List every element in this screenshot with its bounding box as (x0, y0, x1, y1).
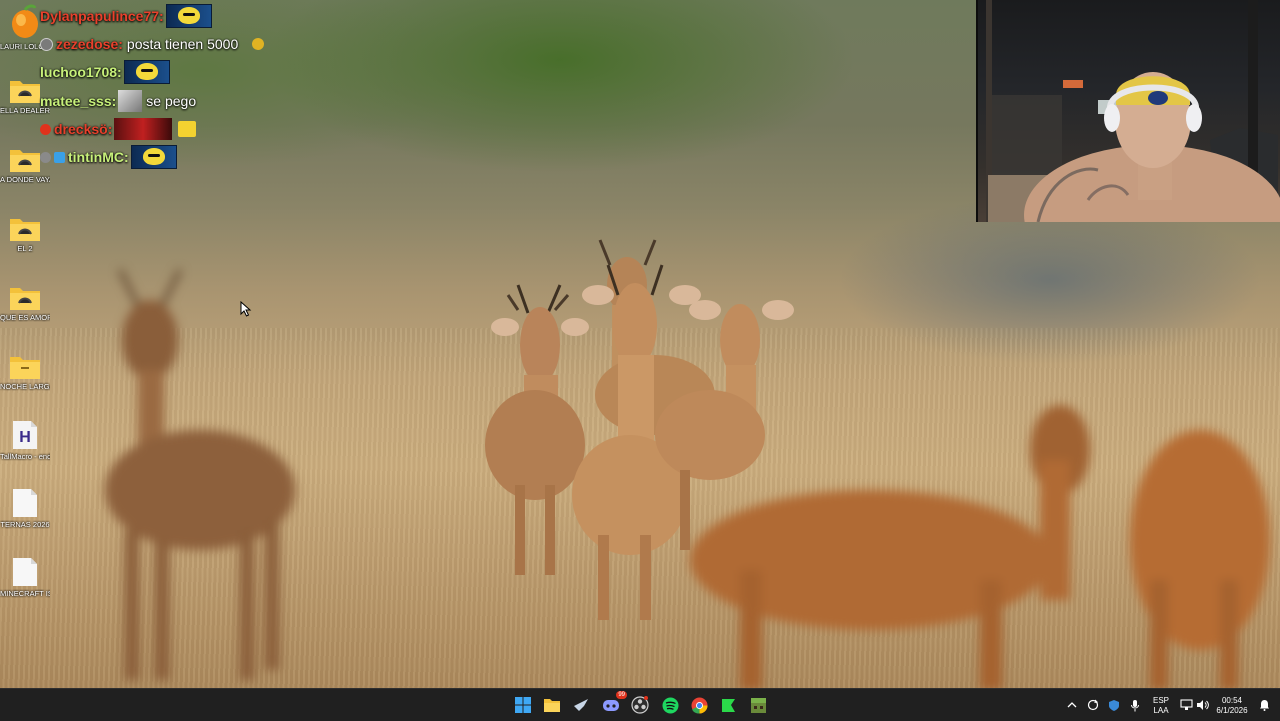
impala-group-center (485, 239, 794, 620)
windows-start-button[interactable] (513, 695, 533, 715)
clock-date: 6/1/2026 (1216, 706, 1248, 715)
layout-code: LAA (1153, 706, 1169, 715)
folder-icon (10, 219, 40, 241)
desktop-icon-label: A DONDE VAYA VOY (0, 175, 50, 184)
keyboard-language-indicator[interactable]: ESP LAA (1150, 696, 1172, 716)
chat-message: drecksö: (40, 117, 197, 141)
chat-username: tintinMC: (68, 149, 129, 165)
desktop-icon-que-es-amor[interactable]: QUE ES AMOR (0, 283, 50, 322)
chat-photo-emote (114, 118, 173, 140)
tray-volume-icon[interactable] (1193, 695, 1213, 715)
desktop-icon-tallmacro[interactable]: H TallMacro - end-1 (0, 420, 50, 461)
document-icon (13, 558, 37, 586)
tray-security-shield-icon[interactable] (1104, 695, 1124, 715)
minecraft-icon (750, 697, 766, 713)
chat-emote (130, 145, 177, 169)
chat-badge-icon (40, 37, 53, 51)
chat-emote (165, 4, 212, 28)
chat-badge-icon (54, 151, 65, 163)
mouse-cursor-icon (240, 301, 252, 317)
taskbar-clock[interactable]: 00:54 6/1/2026 (1212, 696, 1252, 716)
language-code: ESP (1152, 696, 1169, 705)
chat-username: Dylanpapulince77: (40, 8, 164, 24)
tray-sync-icon[interactable] (1083, 695, 1103, 715)
desktop-icon-ternas-2026[interactable]: TERNAS 2026 (0, 488, 50, 529)
chat-emoji-icon (252, 38, 265, 50)
desktop-icon-noche-larga[interactable]: NOCHE LARGA (0, 352, 50, 391)
file-explorer-icon (544, 699, 560, 712)
spotify-button[interactable] (660, 695, 680, 715)
chrome-button[interactable] (689, 695, 709, 715)
fl-studio-icon (721, 698, 735, 712)
chat-username: drecksö: (54, 121, 113, 137)
chat-message: matee_sss: se pego (40, 89, 196, 113)
windows-taskbar: 99 ESP LAA 00:54 6/1/2026 (0, 688, 1280, 721)
chat-text: posta tienen 5000 (126, 36, 239, 52)
desktop-icon-label: TallMacro - end-1 (0, 452, 50, 461)
obs-icon (631, 696, 649, 714)
chat-username: matee_sss: (40, 93, 117, 109)
desktop-icon-el-2[interactable]: EL 2 (0, 214, 50, 253)
steam-icon (574, 699, 588, 711)
notifications-bell-icon[interactable] (1254, 695, 1274, 715)
folder-icon (10, 357, 40, 379)
windows-start-icon (515, 697, 531, 713)
desktop-icon-label: QUE ES AMOR (0, 313, 50, 322)
h-document-icon: H (13, 421, 37, 449)
desktop-icon-label: EL 2 (17, 244, 33, 253)
fl-studio-folder-icon (12, 4, 38, 38)
file-explorer-button[interactable] (542, 695, 562, 715)
chat-message: tintinMC: (40, 145, 177, 169)
discord-notification-badge: 99 (616, 691, 627, 699)
chat-flag-icon (178, 121, 197, 137)
desktop-icon-label: NOCHE LARGA (0, 382, 50, 391)
fl-studio-button[interactable] (718, 695, 738, 715)
folder-icon (10, 288, 40, 310)
webcam-scene (986, 0, 1280, 222)
desktop-icon-label: MINECRAFT ISLA DE EP... (0, 589, 50, 598)
chat-text: se pego (146, 93, 197, 109)
clock-time: 00:54 (1221, 696, 1243, 705)
folder-icon (10, 81, 40, 103)
spotify-icon (662, 697, 678, 713)
desktop-icon-label: TERNAS 2026 (0, 520, 50, 529)
chat-message: Dylanpapulince77: (40, 4, 212, 28)
tray-overflow-chevron-icon[interactable] (1062, 695, 1082, 715)
chat-badge-icon (40, 151, 51, 163)
document-icon (13, 489, 37, 517)
chat-username: zezedose: (56, 36, 123, 52)
chat-username: luchoo1708: (40, 64, 122, 80)
folder-icon (10, 150, 40, 172)
chat-emote (123, 60, 170, 84)
streamer-webcam (976, 0, 1280, 222)
chat-photo-emote (118, 90, 143, 112)
chat-message: luchoo1708: (40, 60, 170, 84)
chat-message: zezedose: posta tienen 5000 (40, 32, 265, 56)
tray-microphone-icon[interactable] (1125, 695, 1145, 715)
chat-badge-icon (40, 123, 51, 135)
svg-text:H: H (19, 429, 31, 446)
chrome-icon (691, 697, 707, 714)
desktop-icon-minecraft-isla[interactable]: MINECRAFT ISLA DE EP... (0, 557, 50, 598)
obs-button[interactable] (630, 695, 650, 715)
discord-button[interactable]: 99 (601, 691, 627, 715)
discord-icon (603, 700, 619, 711)
impala-left-blurred (105, 268, 295, 680)
steam-button[interactable] (571, 695, 591, 715)
minecraft-button[interactable] (748, 695, 768, 715)
